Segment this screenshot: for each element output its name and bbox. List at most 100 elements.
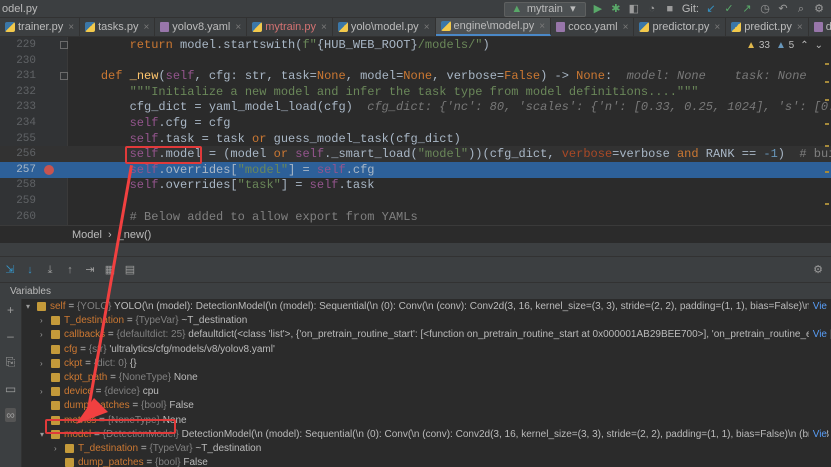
chevron-up-icon[interactable]: ⌃ [800,40,808,51]
tab-8[interactable]: predict.py × [726,18,809,36]
code-line[interactable]: 233 cfg_dict = yaml_model_load(cfg) cfg_… [0,99,831,115]
variable-row[interactable]: cfg = {str} 'ultralytics/cfg/models/v8/y… [22,343,831,357]
code-line[interactable]: 234 self.cfg = cfg [0,115,831,131]
tab-3[interactable]: mytrain.py × [247,18,333,36]
collapsed-arrow-icon[interactable]: › [40,314,48,328]
code-token: self [129,178,159,193]
code-text: self.overrides["task"] = self.task [72,177,375,193]
close-icon[interactable]: × [539,21,545,32]
profile-icon[interactable]: ◔ [646,3,658,15]
variable-row[interactable]: ckpt_path = {NoneType} None [22,371,831,385]
variable-row[interactable]: dump_patches = {bool} False [22,399,831,413]
close-icon[interactable]: × [714,22,720,33]
collapsed-arrow-icon[interactable]: › [40,385,48,399]
code-line[interactable]: 232 """Initialize a new model and infer … [0,84,831,100]
annotation-arrow-head [76,398,108,424]
collapsed-arrow-icon[interactable]: › [54,442,62,456]
variable-row[interactable]: › callbacks = {defaultdict: 25} defaultdi… [22,328,831,343]
variable-value: 'ultralytics/cfg/models/v8/yolov8.yaml' [109,343,275,355]
git-update-icon[interactable]: ↙ [705,3,717,15]
code-token: _new [129,69,159,84]
gear-icon[interactable]: ⚙ [813,263,823,276]
coverage-icon[interactable]: ◧ [628,3,640,15]
variable-row[interactable]: ▾ self = {YOLO} YOLO(\n (model): Detectio… [22,300,831,314]
fold-icon[interactable] [60,41,68,49]
variable-row[interactable]: dump_patches = {bool} False [22,456,831,467]
tab-7[interactable]: predictor.py × [634,18,727,36]
settings-icon[interactable]: ⚙ [813,3,825,15]
close-icon[interactable]: × [797,22,803,33]
variable-row[interactable]: › T_destination = {TypeVar} ~T_destinatio… [22,314,831,328]
code-token: .cfg [345,162,375,177]
close-icon[interactable]: × [235,22,241,33]
git-commit-icon[interactable]: ✓ [723,3,735,15]
tab-6[interactable]: coco.yaml × [551,18,635,36]
variable-row[interactable]: › ckpt = {dict: 0} {} [22,357,831,371]
variable-row[interactable]: › T_destination = {TypeVar} ~T_destinatio… [22,442,831,456]
run-to-cursor-icon[interactable]: ⇥ [84,264,96,276]
copy-icon[interactable]: ⎘ [6,355,16,370]
rollback-icon[interactable]: ↶ [777,3,789,15]
stop-icon[interactable]: ■ [664,3,676,15]
variable-name: cfg [64,343,78,355]
line-number: 257 [16,163,36,176]
step-into-my-code-icon[interactable]: ⤓ [44,264,56,276]
code-line[interactable]: 231 def _new(self, cfg: str, task=None, … [0,68,831,84]
code-line[interactable]: 230 [0,53,831,69]
watches-icon[interactable]: ∞ [5,408,16,422]
tab-5[interactable]: engine\model.py × [435,18,552,36]
run-config-dropdown[interactable]: ▲ mytrain ▾ [503,1,586,17]
variable-row[interactable]: › device = {device} cpu [22,385,831,399]
chevron-down-icon[interactable]: ⌄ [815,40,823,51]
close-icon[interactable]: × [424,22,430,33]
tab-9[interactable]: default.yaml× [809,18,831,36]
file-breadcrumb[interactable]: odel.py [0,3,37,15]
variable-text: dump_patches = {bool} False [78,457,208,467]
code-token: , model= [345,69,404,84]
breadcrumb-function[interactable]: _new() [118,229,152,241]
python-file-icon [5,22,15,32]
python-file-icon [337,22,348,32]
close-icon[interactable]: × [143,22,149,33]
variables-tree[interactable]: ▾ self = {YOLO} YOLO(\n (model): Detectio… [22,299,831,467]
tab-1[interactable]: tasks.py × [80,18,156,36]
view-link[interactable]: Vie [808,427,827,442]
close-icon[interactable]: × [68,22,74,33]
variable-value: DetectionModel(\n (model): Sequential(\n… [181,428,830,440]
collapse-icon[interactable]: – [7,329,14,343]
step-into-icon[interactable]: ↓ [24,264,36,276]
collapsed-arrow-icon[interactable]: › [40,328,48,342]
code-line[interactable]: 255 self.task = task or guess_model_task… [0,131,831,147]
view-link[interactable]: Vie [808,328,827,343]
toolbar-actions: ▲ mytrain ▾ ▶ ✱ ◧ ◔ ■ Git: ↙ ✓ ↗ ◷ ↶ ⌕ ⚙ [503,0,831,18]
table-view-icon[interactable]: ▤ [124,264,136,276]
tab-0[interactable]: trainer.py × [0,18,81,36]
code-line[interactable]: 257 self.overrides["model"] = self.cfg [0,161,831,178]
tab-2[interactable]: yolov8.yaml × [155,18,248,36]
variables-header: Variables [0,283,831,299]
collapsed-arrow-icon[interactable]: › [40,357,48,371]
inspection-widget[interactable]: ▲ 33 ▲ 5 ⌃ ⌄ [746,40,823,51]
breakpoint-icon[interactable] [44,164,54,175]
view-icon[interactable]: ▭ [5,382,16,396]
error-stripe[interactable] [825,53,829,223]
search-icon[interactable]: ⌕ [795,3,807,15]
view-link[interactable]: Vie [808,300,827,314]
close-icon[interactable]: × [321,22,327,33]
debug-icon[interactable]: ✱ [610,3,622,15]
python-file-icon [731,22,742,32]
breadcrumb-class[interactable]: Model [72,229,102,241]
tab-4[interactable]: yolo\model.py × [333,18,436,36]
close-icon[interactable]: × [623,22,629,33]
step-over-icon[interactable]: ⇲ [4,264,16,276]
code-line[interactable]: 229 return model.startswith(f"{HUB_WEB_R… [0,37,831,53]
variable-name: T_destination [64,315,125,327]
run-icon[interactable]: ▶ [592,3,604,15]
step-out-icon[interactable]: ↑ [64,264,76,276]
history-icon[interactable]: ◷ [759,3,771,15]
git-push-icon[interactable]: ↗ [741,3,753,15]
fold-icon[interactable] [60,72,68,81]
add-watch-icon[interactable]: + [7,303,14,317]
run-config-label: mytrain [526,3,563,15]
expanded-arrow-icon[interactable]: ▾ [26,300,34,314]
